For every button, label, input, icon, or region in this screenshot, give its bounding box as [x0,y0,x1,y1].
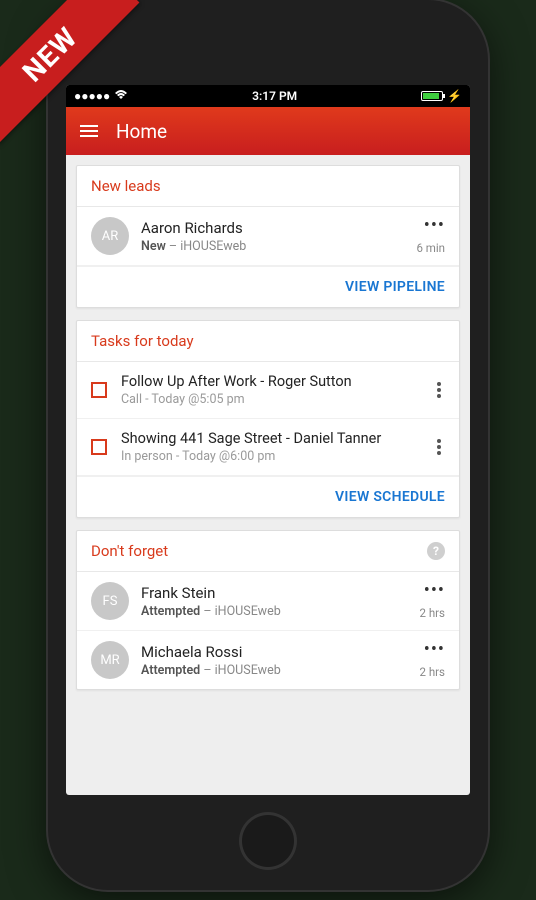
lead-sub: New – iHOUSEweb [141,239,404,254]
home-content: New leads AR Aaron Richards New – iHOUSE… [66,155,470,795]
task-sub: Call - Today @5:05 pm [121,392,419,407]
forget-item[interactable]: MR Michaela Rossi Attempted – iHOUSEweb … [77,631,459,689]
signal-icon: ●●●●● [74,89,110,103]
tasks-header: Tasks for today [77,321,459,362]
task-item[interactable]: Showing 441 Sage Street - Daniel Tanner … [77,419,459,476]
phone-frame: ●●●●● 3:17 PM ⚡ Home New leads [48,0,488,890]
task-checkbox[interactable] [91,382,107,398]
home-button[interactable] [239,812,297,870]
page-title: Home [116,120,167,143]
screen: ●●●●● 3:17 PM ⚡ Home New leads [66,85,470,795]
app-header: Home [66,107,470,155]
dont-forget-title: Don't forget [91,542,168,560]
more-icon[interactable]: ••• [424,217,445,235]
menu-icon[interactable] [80,125,98,137]
charging-icon: ⚡ [447,89,462,103]
tasks-card: Tasks for today Follow Up After Work - R… [76,320,460,518]
forget-item[interactable]: FS Frank Stein Attempted – iHOUSEweb •••… [77,572,459,631]
lead-item[interactable]: AR Aaron Richards New – iHOUSEweb ••• 6 … [77,207,459,266]
forget-name: Michaela Rossi [141,643,408,661]
forget-time: 2 hrs [420,606,445,620]
new-leads-title: New leads [91,177,161,195]
avatar: AR [91,217,129,255]
lead-time: 6 min [416,241,445,255]
wifi-icon [114,89,128,103]
avatar: MR [91,641,129,679]
task-item[interactable]: Follow Up After Work - Roger Sutton Call… [77,362,459,419]
view-schedule-button[interactable]: VIEW SCHEDULE [77,476,459,517]
dont-forget-card: Don't forget ? FS Frank Stein Attempted … [76,530,460,690]
help-icon[interactable]: ? [427,542,445,560]
lead-name: Aaron Richards [141,219,404,237]
kebab-icon[interactable] [433,435,445,459]
forget-sub: Attempted – iHOUSEweb [141,663,408,678]
new-leads-card: New leads AR Aaron Richards New – iHOUSE… [76,165,460,308]
new-leads-header: New leads [77,166,459,207]
more-icon[interactable]: ••• [424,582,445,600]
battery-icon [421,91,443,101]
forget-time: 2 hrs [420,665,445,679]
statusbar-time: 3:17 PM [252,89,297,103]
task-sub: In person - Today @6:00 pm [121,449,419,464]
forget-name: Frank Stein [141,584,408,602]
view-pipeline-button[interactable]: VIEW PIPELINE [77,266,459,307]
dont-forget-header: Don't forget ? [77,531,459,572]
avatar: FS [91,582,129,620]
task-title: Showing 441 Sage Street - Daniel Tanner [121,430,419,447]
tasks-title: Tasks for today [91,332,194,350]
task-checkbox[interactable] [91,439,107,455]
task-title: Follow Up After Work - Roger Sutton [121,373,419,390]
kebab-icon[interactable] [433,378,445,402]
status-bar: ●●●●● 3:17 PM ⚡ [66,85,470,107]
more-icon[interactable]: ••• [424,641,445,659]
forget-sub: Attempted – iHOUSEweb [141,604,408,619]
